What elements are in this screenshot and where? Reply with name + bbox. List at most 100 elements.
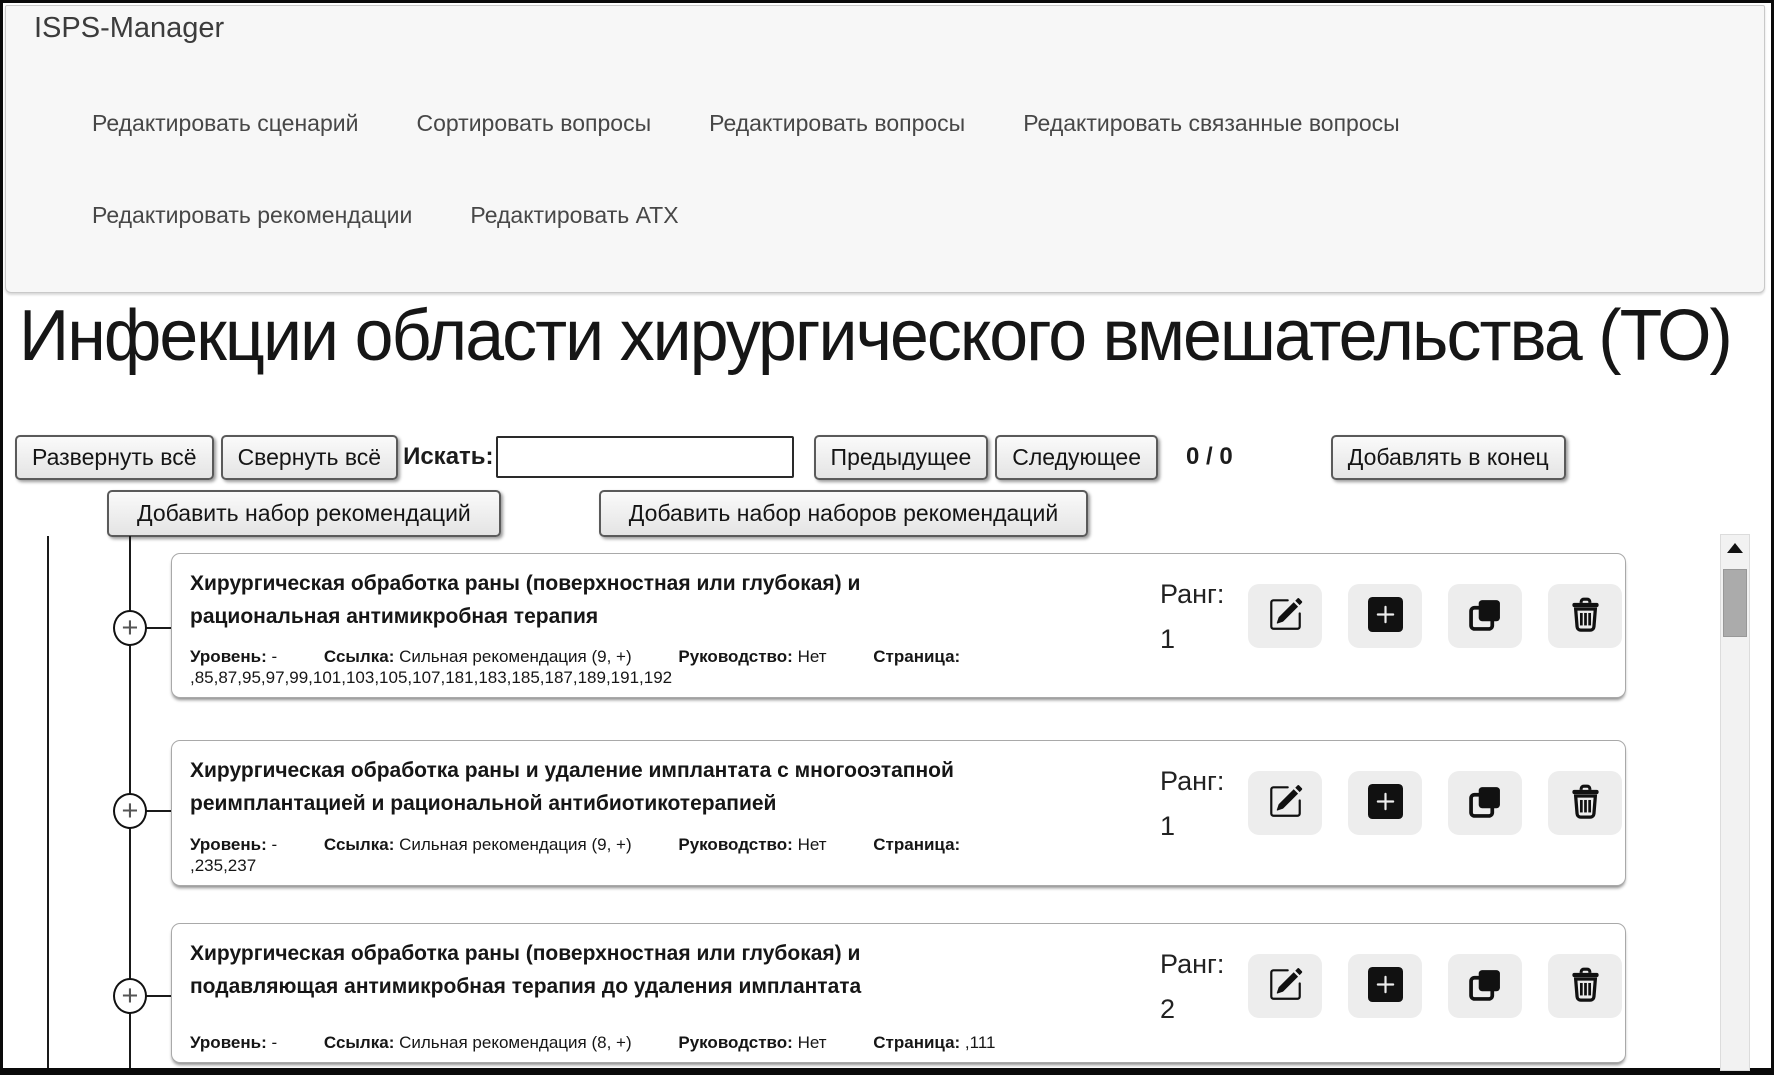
recommendation-card: Хирургическая обработка раны и удаление … [171, 740, 1626, 886]
link-label: Ссылка: [324, 647, 394, 666]
page-label: Страница: [873, 835, 960, 854]
vertical-scrollbar[interactable] [1720, 534, 1750, 1071]
rank-value: 2 [1160, 987, 1224, 1032]
scroll-up-button[interactable] [1721, 535, 1749, 563]
copy-icon [1468, 784, 1503, 822]
expand-node-icon[interactable]: + [113, 793, 147, 829]
guide-value: Нет [798, 647, 827, 666]
copy-button[interactable] [1448, 771, 1522, 835]
add-recommendation-set-button[interactable]: Добавить набор рекомендаций [107, 490, 501, 537]
trash-icon [1568, 967, 1603, 1005]
link-value: Сильная рекомендация (9, +) [399, 835, 632, 854]
copy-button[interactable] [1448, 954, 1522, 1018]
guide-label: Руководство: [678, 647, 792, 666]
edit-icon [1268, 784, 1303, 822]
delete-button[interactable] [1548, 954, 1622, 1018]
toolbar-row-2: Добавить набор рекомендаций Добавить наб… [3, 489, 1753, 537]
page-label: Страница: [873, 647, 960, 666]
nav-sort-questions[interactable]: Сортировать вопросы [416, 110, 651, 137]
add-to-end-button[interactable]: Добавлять в конец [1331, 435, 1566, 480]
nav-edit-scenario[interactable]: Редактировать сценарий [92, 110, 358, 137]
previous-button[interactable]: Предыдущее [814, 435, 989, 480]
recommendation-title: Хирургическая обработка раны (поверхност… [190, 567, 995, 633]
collapse-all-button[interactable]: Свернуть всё [221, 435, 399, 480]
rank-block: Ранг: 2 [1160, 942, 1224, 1031]
page-value: ,85,87,95,97,99,101,103,105,107,181,183,… [190, 668, 672, 687]
edit-button[interactable] [1248, 954, 1322, 1018]
edit-icon [1268, 967, 1303, 1005]
edit-button[interactable] [1248, 771, 1322, 835]
edit-button[interactable] [1248, 584, 1322, 648]
scroll-up-arrow-icon [1727, 540, 1743, 558]
search-input[interactable] [496, 436, 794, 478]
copy-icon [1468, 597, 1503, 635]
toolbar: Развернуть всё Свернуть всё Искать: Пред… [15, 433, 1765, 481]
add-child-button[interactable] [1348, 954, 1422, 1018]
guide-label: Руководство: [678, 1033, 792, 1052]
recommendation-meta: Уровень: - Ссылка: Сильная рекомендация … [190, 834, 1058, 877]
copy-icon [1468, 967, 1503, 1005]
rank-block: Ранг: 1 [1160, 759, 1224, 848]
search-result-counter: 0 / 0 [1186, 443, 1233, 471]
rank-value: 1 [1160, 617, 1224, 662]
isps-manager-app: { "app": { "brand": "ISPS-Manager" }, "n… [0, 0, 1774, 1075]
level-value: - [272, 1033, 278, 1052]
guide-value: Нет [798, 1033, 827, 1052]
nav-row-1: Редактировать сценарий Сортировать вопро… [92, 110, 1458, 137]
rank-label: Ранг: [1160, 759, 1224, 804]
nav-edit-recommendations[interactable]: Редактировать рекомендации [92, 202, 412, 229]
delete-button[interactable] [1548, 771, 1622, 835]
scrollbar-thumb[interactable] [1723, 569, 1747, 637]
edit-icon [1268, 597, 1303, 635]
trash-icon [1568, 597, 1603, 635]
add-child-button[interactable] [1348, 584, 1422, 648]
app-brand: ISPS-Manager [34, 12, 224, 45]
rank-label: Ранг: [1160, 942, 1224, 987]
card-actions [1248, 584, 1622, 648]
add-icon [1368, 967, 1403, 1005]
recommendation-card: Хирургическая обработка раны (поверхност… [171, 923, 1626, 1063]
trash-icon [1568, 784, 1603, 822]
level-value: - [272, 835, 278, 854]
rank-value: 1 [1160, 804, 1224, 849]
recommendation-meta: Уровень: - Ссылка: Сильная рекомендация … [190, 646, 1058, 689]
guide-label: Руководство: [678, 835, 792, 854]
expand-node-icon[interactable]: + [113, 978, 147, 1014]
add-child-button[interactable] [1348, 771, 1422, 835]
page-value: ,111 [965, 1033, 996, 1052]
rank-block: Ранг: 1 [1160, 572, 1224, 661]
recommendation-title: Хирургическая обработка раны (поверхност… [190, 937, 995, 1003]
expand-all-button[interactable]: Развернуть всё [15, 435, 214, 480]
nav-row-2: Редактировать рекомендации Редактировать… [92, 202, 737, 229]
level-label: Уровень: [190, 647, 267, 666]
expand-node-icon[interactable]: + [113, 610, 147, 646]
nav-edit-linked-questions[interactable]: Редактировать связанные вопросы [1023, 110, 1399, 137]
header-panel: ISPS-Manager Редактировать сценарий Сорт… [5, 5, 1765, 293]
link-value: Сильная рекомендация (9, +) [399, 647, 632, 666]
recommendation-title: Хирургическая обработка раны и удаление … [190, 754, 995, 820]
recommendation-card: Хирургическая обработка раны (поверхност… [171, 553, 1626, 698]
level-value: - [272, 647, 278, 666]
link-value: Сильная рекомендация (8, +) [399, 1033, 632, 1052]
delete-button[interactable] [1548, 584, 1622, 648]
recommendation-meta: Уровень: - Ссылка: Сильная рекомендация … [190, 1032, 1058, 1053]
level-label: Уровень: [190, 1033, 267, 1052]
copy-button[interactable] [1448, 584, 1522, 648]
link-label: Ссылка: [324, 1033, 394, 1052]
nav-edit-questions[interactable]: Редактировать вопросы [709, 110, 965, 137]
recommendation-tree: + + + Хирургическая обработка раны (пове… [3, 536, 1771, 1068]
nav-edit-atx[interactable]: Редактировать АТХ [470, 202, 678, 229]
next-button[interactable]: Следующее [995, 435, 1158, 480]
link-label: Ссылка: [324, 835, 394, 854]
add-set-of-sets-button[interactable]: Добавить набор наборов рекомендаций [599, 490, 1088, 537]
page-title: Инфекции области хирургического вмешател… [19, 295, 1717, 377]
card-actions [1248, 954, 1622, 1018]
page-label: Страница: [873, 1033, 960, 1052]
card-actions [1248, 771, 1622, 835]
add-icon [1368, 784, 1403, 822]
page-value: ,235,237 [190, 856, 256, 875]
rank-label: Ранг: [1160, 572, 1224, 617]
tree-branch-line [47, 536, 49, 1068]
guide-value: Нет [798, 835, 827, 854]
add-icon [1368, 597, 1403, 635]
